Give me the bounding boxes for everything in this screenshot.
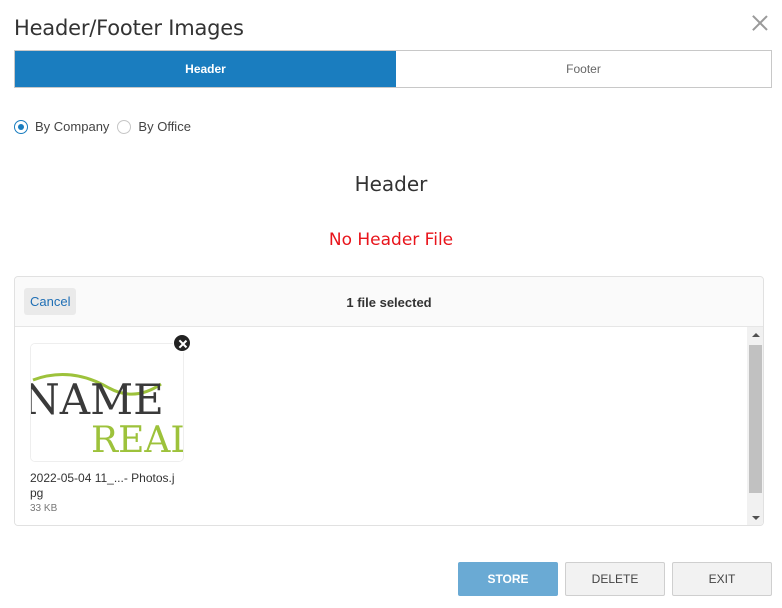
file-thumbnail: NAME REAL (30, 343, 184, 462)
remove-file-icon[interactable] (173, 334, 191, 352)
file-item: NAME REAL 2022-05-04 11_...- Photos.jpg … (30, 343, 184, 514)
radio-checked-icon[interactable] (14, 119, 28, 134)
scroll-down-arrow-icon[interactable] (747, 509, 763, 525)
tab-footer[interactable]: Footer (396, 51, 771, 87)
scrollbar[interactable] (747, 327, 763, 525)
uploader-file-list: NAME REAL 2022-05-04 11_...- Photos.jpg … (15, 327, 763, 525)
radio-by-company-label: By Company (35, 119, 110, 134)
section-heading: Header (354, 172, 428, 196)
thumb-text-line1: NAME (31, 375, 164, 424)
close-icon[interactable] (751, 14, 769, 32)
no-file-message: No Header File (328, 230, 454, 250)
radio-by-office[interactable]: By Office (117, 119, 191, 134)
tab-header[interactable]: Header (15, 51, 396, 87)
header-footer-tabs: Header Footer (14, 50, 772, 88)
file-count: 1 file selected (346, 295, 432, 310)
file-uploader: Cancel 1 file selected NAME REAL 2022-05… (14, 276, 764, 526)
file-name: 2022-05-04 11_...- Photos.jpg (30, 471, 175, 500)
store-button[interactable]: STORE (458, 562, 558, 596)
logo-image: NAME REAL (31, 344, 184, 461)
radio-unchecked-icon[interactable] (117, 119, 132, 134)
scope-radio-group: By Company By Office (14, 119, 199, 134)
file-size: 33 KB (30, 503, 58, 514)
radio-by-office-label: By Office (138, 119, 191, 134)
scroll-thumb[interactable] (749, 345, 762, 493)
dialog-title: Header/Footer Images (14, 16, 244, 40)
radio-by-company[interactable]: By Company (14, 119, 109, 134)
uploader-toolbar: Cancel 1 file selected (15, 277, 763, 327)
scroll-up-arrow-icon[interactable] (747, 327, 763, 344)
thumb-text-line2: REAL (91, 420, 184, 461)
exit-button[interactable]: EXIT (672, 562, 772, 596)
delete-button[interactable]: DELETE (565, 562, 665, 596)
